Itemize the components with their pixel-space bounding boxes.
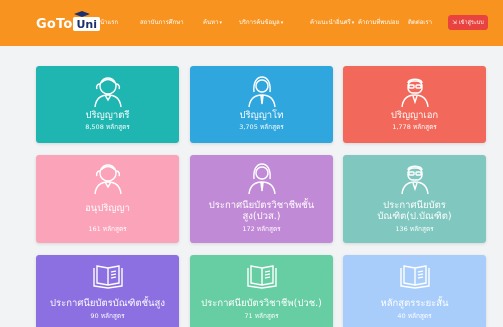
card-count: 71 หลักสูตร [244, 312, 279, 320]
man-glasses-icon [398, 74, 432, 108]
nav-link-data-services[interactable]: บริการค้นข้อมูล▾ [239, 17, 283, 27]
nav-link-home[interactable]: หน้าแรก [96, 17, 118, 27]
card-count: 172 หลักสูตร [242, 225, 281, 233]
card-advanced-graduate-diploma[interactable]: ประกาศนียบัตรบัณฑิตชั้นสูง 90 หลักสูตร [36, 255, 179, 327]
card-master[interactable]: ปริญญาโท 3,705 หลักสูตร [190, 66, 333, 143]
book-icon [91, 264, 125, 292]
nav-link-data-services-label: บริการค้นข้อมูล [239, 19, 280, 26]
book-icon [245, 264, 279, 292]
login-label: เข้าสู่ระบบ [458, 19, 484, 26]
nav-link-faq[interactable]: ค้าถามที่พบบ่อย [358, 17, 399, 27]
card-associate[interactable]: อนุปริญญา 161 หลักสูตร [36, 155, 179, 243]
card-high-vocational[interactable]: ประกาศนียบัตรวิชาชีพชั้น สูง(ปวส.) 172 ห… [190, 155, 333, 243]
card-title: หลักสูตรระยะสั้น [380, 298, 449, 309]
nav-link-institutions[interactable]: สถาบันการศึกษา [140, 17, 184, 27]
nav-link-contact[interactable]: ติดต่อเรา [408, 17, 432, 27]
graduate-girl-icon [91, 161, 125, 195]
logo-box-text: Uni [76, 18, 98, 31]
card-bachelor[interactable]: ปริญญาตรี 8,508 หลักสูตร [36, 66, 179, 143]
card-title: อนุปริญญา [85, 203, 130, 214]
card-count: 161 หลักสูตร [88, 225, 127, 233]
card-count: 136 หลักสูตร [395, 225, 434, 233]
graduation-cap-icon [74, 11, 91, 17]
card-title: ประกาศนียบัตรวิชาชีพ(ปวช.) [201, 298, 322, 309]
card-vocational[interactable]: ประกาศนียบัตรวิชาชีพ(ปวช.) 71 หลักสูตร [190, 255, 333, 327]
login-button[interactable]: ⇲ เข้าสู่ระบบ [448, 15, 488, 30]
card-doctorate[interactable]: ปริญญาเอก 1,778 หลักสูตร [343, 66, 486, 143]
card-short-course[interactable]: หลักสูตรระยะสั้น 40 หลักสูตร [343, 255, 486, 327]
book-icon [398, 264, 432, 292]
woman-tie-icon [245, 161, 279, 195]
card-count: 90 หลักสูตร [90, 312, 125, 320]
card-count: 3,705 หลักสูตร [239, 123, 284, 131]
login-icon: ⇲ [452, 19, 457, 26]
card-title: ปริญญาโท [239, 110, 284, 121]
card-count: 1,778 หลักสูตร [392, 123, 437, 131]
chevron-down-icon: ▾ [219, 20, 222, 26]
nav-link-recommend-label: ค้าแนะนำอิ่นศรี [310, 19, 351, 26]
graduate-girl-icon [91, 74, 125, 108]
card-title: ปริญญาเอก [390, 110, 439, 121]
card-title: ประกาศนียบัตรบัณฑิตชั้นสูง [50, 298, 165, 309]
chevron-down-icon: ▾ [351, 20, 355, 26]
nav-link-recommend[interactable]: ค้าแนะนำอิ่นศรี▾ [310, 17, 354, 27]
gotouni-logo[interactable]: GoTo Uni [36, 11, 101, 34]
card-title: ประกาศนียบัตร บัณฑิต(ป.บัณฑิต) [377, 200, 452, 222]
card-title: ปริญญาตรี [85, 110, 130, 121]
card-graduate-diploma[interactable]: ประกาศนียบัตร บัณฑิต(ป.บัณฑิต) 136 หลักส… [343, 155, 486, 243]
nav-link-search-label: ค้นหา [203, 19, 219, 26]
card-title: ประกาศนียบัตรวิชาชีพชั้น สูง(ปวส.) [208, 200, 315, 222]
top-navbar: GoTo Uni หน้าแรก สถาบันการศึกษา ค้นหา▾ บ… [0, 0, 503, 46]
card-count: 40 หลักสูตร [397, 312, 432, 320]
man-glasses-icon [398, 161, 432, 195]
logo-text: GoTo [36, 16, 73, 32]
nav-link-search[interactable]: ค้นหา▾ [203, 17, 222, 27]
woman-tie-icon [245, 74, 279, 108]
card-count: 8,508 หลักสูตร [85, 123, 130, 131]
chevron-down-icon: ▾ [280, 20, 284, 26]
